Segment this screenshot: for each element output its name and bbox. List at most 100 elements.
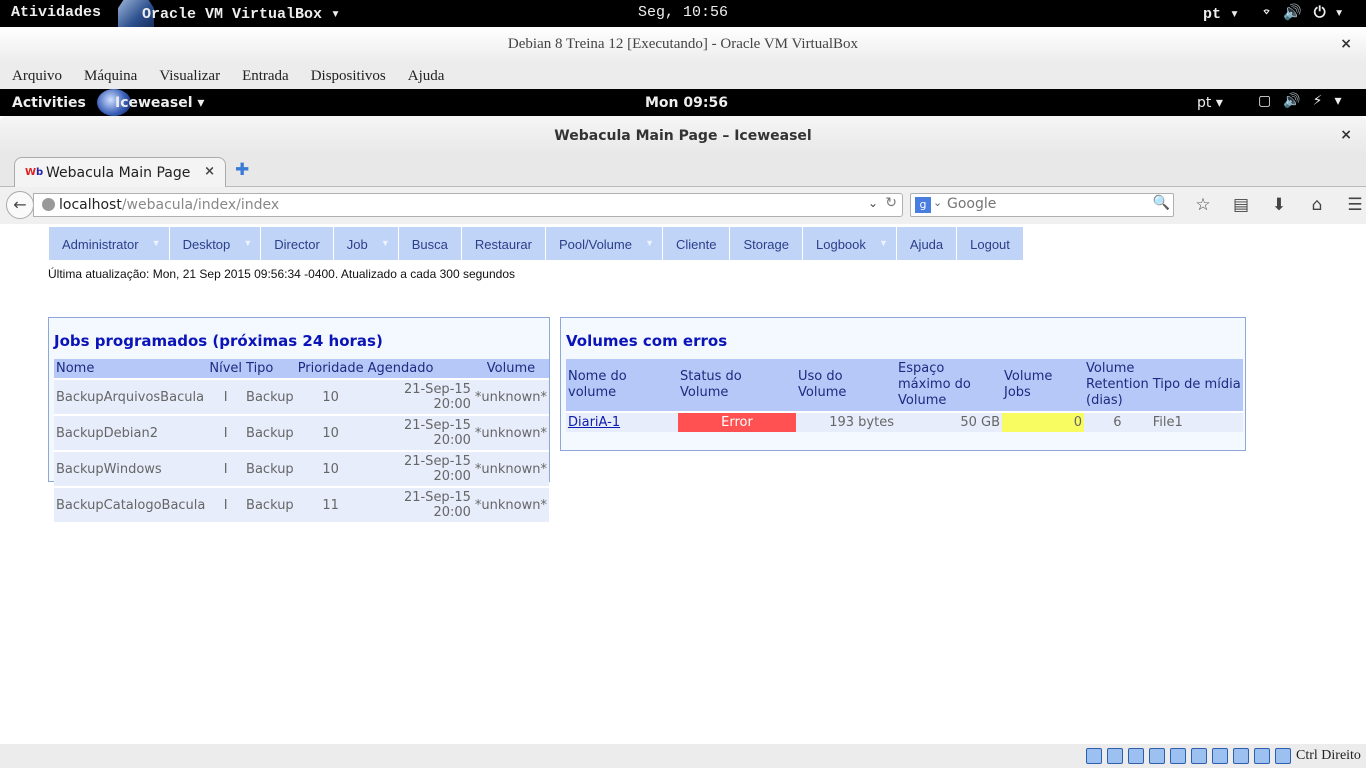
tab-label: Webacula Main Page: [46, 165, 191, 181]
menu-logout[interactable]: Logout: [957, 227, 1024, 260]
reload-icon[interactable]: ↻: [885, 195, 897, 211]
browser-titlebar: Webacula Main Page – Iceweasel ×: [0, 116, 1366, 154]
optical-drive-icon[interactable]: [1107, 748, 1123, 764]
usb-icon[interactable]: [1149, 748, 1165, 764]
col-tipo: Tipo: [244, 359, 296, 379]
back-button[interactable]: ←: [6, 191, 34, 219]
vbox-menu-entrada[interactable]: Entrada: [230, 63, 299, 89]
guest-app-menu[interactable]: Iceweasel ▾: [115, 95, 204, 111]
volume-icon: 🔊: [1283, 93, 1301, 109]
url-history-dropdown[interactable]: ⌄: [868, 196, 878, 210]
webacula-page: Administrator ▼ Desktop ▼ Director Job ▼ Bu…: [0, 224, 1366, 744]
virtualbox-close-button[interactable]: ×: [1340, 36, 1352, 52]
browser-window-title: Webacula Main Page – Iceweasel: [554, 128, 812, 144]
col-status-do-volume: Status do Volume: [678, 359, 796, 412]
host-activities-button[interactable]: Atividades: [11, 4, 101, 21]
url-text[interactable]: localhost/webacula/index/index: [59, 197, 279, 213]
site-identity-icon[interactable]: [42, 198, 55, 211]
network-icon[interactable]: [1212, 748, 1228, 764]
shared-folders-icon[interactable]: [1170, 748, 1186, 764]
host-language-menu[interactable]: pt ▾: [1203, 4, 1239, 23]
webacula-favicon-icon: Wb: [25, 167, 44, 178]
hard-disk-icon[interactable]: [1086, 748, 1102, 764]
menu-director[interactable]: Director: [261, 227, 334, 260]
vbox-menu-ajuda[interactable]: Ajuda: [396, 63, 455, 89]
bookmarks-list-icon[interactable]: ▤: [1222, 195, 1260, 215]
display-icon[interactable]: [1191, 748, 1207, 764]
col-nome-do-volume: Nome do volume: [566, 359, 678, 412]
table-header-row: Nome Nível Tipo Prioridade Agendado Volu…: [54, 359, 549, 379]
guest-system-menu[interactable]: ▢ 🔊 ⚡ ▾: [1258, 93, 1342, 109]
vbox-menu-visualizar[interactable]: Visualizar: [147, 63, 230, 89]
browser-close-button[interactable]: ×: [1340, 127, 1352, 143]
menu-administrator[interactable]: Administrator ▼: [49, 227, 170, 260]
virtualbox-statusbar: Ctrl Direito: [0, 744, 1366, 768]
virtualbox-menubar: Arquivo Máquina Visualizar Entrada Dispo…: [0, 63, 1366, 89]
volume-jobs-cell: 0: [1002, 411, 1084, 432]
table-row: BackupArquivosBacula I Backup 10 21-Sep-…: [54, 378, 549, 415]
menu-restaurar[interactable]: Restaurar: [461, 227, 546, 260]
menu-desktop[interactable]: Desktop ▼: [169, 227, 262, 260]
chevron-down-icon: ▼: [380, 238, 390, 248]
col-volume-retention: Volume Retention (dias): [1084, 359, 1151, 412]
col-espaco-maximo: Espaço máximo do Volume: [896, 359, 1002, 412]
vbox-menu-dispositivos[interactable]: Dispositivos: [299, 63, 396, 89]
volume-icon: 🔊: [1283, 5, 1302, 22]
col-tipo-de-midia: Tipo de mídia: [1150, 359, 1243, 412]
host-system-menu[interactable]: ⌔ 🔊 ⏻ ▾: [1262, 3, 1344, 22]
col-agendado: Agendado: [365, 359, 473, 379]
menu-job[interactable]: Job ▼: [333, 227, 399, 260]
downloads-icon[interactable]: ⬇: [1260, 195, 1298, 215]
menu-pool-volume[interactable]: Pool/Volume ▼: [545, 227, 663, 260]
search-input[interactable]: [947, 196, 1147, 212]
home-icon[interactable]: ⌂: [1298, 195, 1336, 215]
video-capture-icon[interactable]: [1233, 748, 1249, 764]
tab-webacula-main-page[interactable]: Wb Webacula Main Page ×: [14, 157, 226, 188]
menu-cliente[interactable]: Cliente: [662, 227, 731, 260]
volume-link[interactable]: DiariA-1: [568, 415, 620, 430]
guest-activities-button[interactable]: Activities: [12, 95, 86, 111]
menu-busca[interactable]: Busca: [398, 227, 462, 260]
host-top-bar: Atividades Oracle VM VirtualBox ▾ Seg, 1…: [0, 0, 1366, 27]
audio-icon[interactable]: [1128, 748, 1144, 764]
hamburger-menu-icon[interactable]: ☰: [1336, 195, 1366, 215]
col-nome: Nome: [54, 359, 208, 379]
cpu-icon[interactable]: [1254, 748, 1270, 764]
display-icon: ▢: [1258, 93, 1272, 109]
guest-clock[interactable]: Mon 09:56: [645, 95, 728, 111]
host-app-menu[interactable]: Oracle VM VirtualBox ▾: [142, 4, 340, 23]
col-volume: Volume: [472, 359, 549, 379]
battery-icon: ⚡: [1312, 93, 1323, 109]
engine-dropdown-icon[interactable]: ⌄: [933, 196, 942, 209]
host-clock[interactable]: Seg, 10:56: [638, 4, 728, 21]
chevron-down-icon: ▼: [878, 238, 888, 248]
col-volume-jobs: Volume Jobs: [1002, 359, 1084, 412]
virtualbox-window-title: Debian 8 Treina 12 [Executando] - Oracle…: [507, 36, 859, 52]
scheduled-jobs-panel: Jobs programados (próximas 24 horas) Nom…: [48, 317, 550, 522]
guest-language-menu[interactable]: pt ▾: [1197, 95, 1223, 111]
volumes-with-errors-panel: Volumes com erros Nome do volume Status …: [560, 317, 1246, 451]
col-nivel: Nível: [207, 359, 245, 379]
vbox-menu-maquina[interactable]: Máquina: [72, 63, 147, 89]
tab-strip: Wb Webacula Main Page × ✚: [0, 154, 1366, 188]
vbox-menu-arquivo[interactable]: Arquivo: [0, 63, 72, 89]
main-menu: Administrator ▼ Desktop ▼ Director Job ▼ Bu…: [49, 227, 1024, 260]
new-tab-button[interactable]: ✚: [235, 160, 249, 180]
table-row: DiariA-1 Error 193 bytes 50 GB 0 6 File1: [566, 411, 1243, 432]
volumes-with-errors-title: Volumes com erros: [566, 332, 728, 350]
bookmark-star-icon[interactable]: ☆: [1184, 195, 1222, 215]
back-arrow-icon: ←: [13, 195, 27, 214]
search-go-icon[interactable]: 🔍: [1153, 195, 1170, 211]
power-icon: ⏻ ▾: [1313, 5, 1344, 22]
navigation-toolbar: ← localhost/webacula/index/index ⌄ ↻ g ⌄…: [0, 187, 1366, 224]
host-key-label: Ctrl Direito: [1296, 748, 1361, 763]
menu-logbook[interactable]: Logbook ▼: [803, 227, 897, 260]
menu-ajuda[interactable]: Ajuda: [896, 227, 958, 260]
search-bar[interactable]: g ⌄ 🔍: [910, 193, 1174, 217]
menu-storage[interactable]: Storage: [730, 227, 803, 260]
url-bar[interactable]: localhost/webacula/index/index ⌄ ↻: [33, 193, 903, 217]
tab-close-button[interactable]: ×: [204, 164, 215, 179]
mouse-integration-icon[interactable]: [1275, 748, 1291, 764]
google-engine-icon[interactable]: g: [915, 197, 931, 213]
table-row: BackupDebian2 I Backup 10 21-Sep-15 20:0…: [54, 414, 549, 451]
